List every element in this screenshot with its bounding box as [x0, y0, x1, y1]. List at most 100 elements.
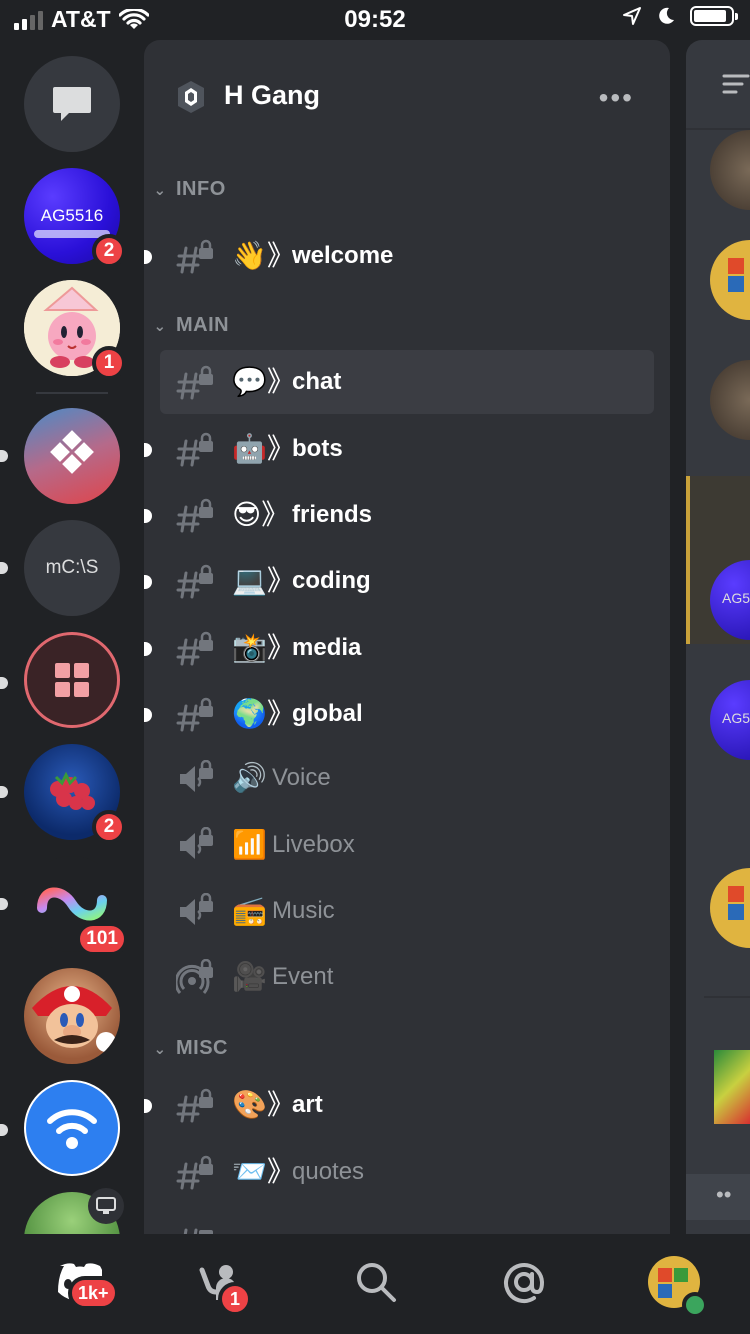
server-loop[interactable]: 101	[0, 856, 128, 956]
search-icon	[357, 1263, 396, 1302]
chevron-down-icon: ⌄	[153, 1040, 167, 1058]
channel-name: Livebox	[272, 831, 355, 858]
server-unread-indicator	[0, 1124, 8, 1136]
channel-chat[interactable]: 💬》 chat	[160, 350, 654, 414]
message-avatar[interactable]	[710, 240, 750, 320]
server-mcs[interactable]: mC:\S	[0, 520, 120, 616]
channel-partial[interactable]	[160, 1206, 654, 1234]
channel-name: coding	[292, 567, 371, 594]
channel-name: Voice	[272, 764, 331, 791]
channel-emoji: 📨》	[232, 1156, 295, 1187]
server-unread-indicator	[0, 898, 8, 910]
message-image[interactable]	[714, 1050, 750, 1124]
unread-badge: 1	[92, 346, 126, 380]
wifi-logo	[47, 1109, 97, 1149]
locked-text-channel-icon	[176, 498, 213, 533]
bottom-tab-bar: 1k+ 1	[0, 1234, 750, 1334]
server-raspberry[interactable]: 2	[0, 744, 126, 844]
server-ag5516[interactable]: AG5516 2	[24, 168, 126, 268]
guild-name: H Gang	[224, 80, 321, 110]
raspberry-avatar	[50, 771, 95, 810]
channel-media[interactable]: 📸》 media	[144, 616, 654, 680]
friends-badge: 1	[218, 1282, 252, 1316]
tab-friends[interactable]: 1	[190, 1252, 252, 1316]
channel-emoji: 👋》	[232, 240, 295, 271]
moon-icon	[659, 7, 674, 24]
message-avatar[interactable]	[710, 360, 750, 440]
channel-art[interactable]: 🎨》 art	[144, 1073, 654, 1137]
battery-icon	[690, 6, 738, 26]
server-landscape[interactable]	[24, 1188, 124, 1234]
channel-name: quotes	[292, 1158, 365, 1185]
server-mario[interactable]	[24, 968, 120, 1064]
channel-coding[interactable]: 💻》 coding	[144, 549, 654, 613]
channel-emoji: 📸》	[232, 632, 295, 663]
chevron-down-icon: ⌄	[153, 181, 167, 199]
channel-emoji: 🎨》	[232, 1089, 295, 1120]
channel-voice[interactable]: 🔊 Voice	[160, 746, 654, 810]
message-avatar[interactable]	[710, 130, 750, 210]
channel-emoji: 📻	[232, 895, 267, 926]
locked-text-channel-icon	[176, 432, 213, 467]
server-windows[interactable]	[0, 632, 120, 728]
locked-text-channel-icon	[176, 631, 213, 666]
channel-event[interactable]: 🎥 Event	[160, 945, 654, 1009]
tab-search[interactable]	[346, 1252, 406, 1312]
channel-emoji: 💬》	[232, 366, 295, 397]
server-mcs-label: mC:\S	[45, 557, 99, 578]
member-list-icon[interactable]	[722, 70, 750, 98]
monitor-icon	[96, 1197, 116, 1214]
channel-emoji: 🔊	[232, 762, 267, 793]
chat-pane-peek[interactable]: AG5 AG5 ••	[686, 40, 750, 1234]
category-info[interactable]: ⌄ INFO	[152, 178, 226, 201]
windows-logo	[55, 663, 89, 697]
more-options-button[interactable]: •••	[599, 82, 634, 114]
locked-text-channel-icon	[176, 697, 213, 732]
unread-badge: 2	[92, 810, 126, 844]
channel-global[interactable]: 🌍》 global	[144, 682, 654, 746]
channel-quotes[interactable]: 📨》 quotes	[160, 1140, 654, 1204]
tab-mentions[interactable]	[494, 1252, 554, 1312]
channel-name: art	[292, 1091, 323, 1118]
home-badge: 1k+	[68, 1276, 119, 1310]
guild-header[interactable]: H Gang •••	[144, 40, 670, 150]
server-diamond[interactable]	[0, 408, 120, 504]
category-label: INFO	[176, 178, 226, 200]
verified-server-icon	[178, 81, 204, 113]
mario-avatar	[32, 986, 116, 1052]
server-rail[interactable]: AG5516 2 1 mC:\S 2 101	[0, 40, 144, 1234]
message-avatar[interactable]	[710, 868, 750, 948]
channel-music[interactable]: 📻 Music	[160, 879, 654, 943]
chat-bubble-icon	[53, 87, 91, 121]
channel-livebox[interactable]: 📶 Livebox	[160, 813, 654, 877]
channel-name: friends	[292, 501, 373, 528]
channel-emoji: 💻》	[232, 565, 295, 596]
channel-name: Music	[272, 897, 335, 924]
channel-name: global	[292, 700, 363, 727]
locked-text-channel-icon	[176, 564, 213, 599]
tab-home[interactable]: 1k+	[46, 1252, 119, 1312]
direct-messages-button[interactable]	[24, 56, 120, 152]
category-main[interactable]: ⌄ MAIN	[152, 314, 229, 337]
locked-stage-channel-icon	[176, 959, 213, 994]
channel-emoji: 🎥	[232, 961, 267, 992]
channel-name: welcome	[292, 242, 394, 269]
locked-text-channel-icon	[176, 1155, 213, 1190]
channel-welcome[interactable]: 👋》 welcome	[144, 224, 654, 288]
tab-profile[interactable]	[644, 1252, 708, 1318]
locked-voice-channel-icon	[180, 893, 213, 925]
category-label: MISC	[176, 1037, 228, 1059]
message-input[interactable]: ••	[686, 1174, 750, 1220]
channel-emoji: 🤖》	[232, 433, 295, 464]
server-wifi[interactable]	[0, 1080, 120, 1176]
category-misc[interactable]: ⌄ MISC	[152, 1037, 228, 1060]
server-kirby[interactable]: 1	[24, 280, 126, 380]
channel-friends[interactable]: 😎》 friends	[144, 483, 654, 547]
channel-emoji: 🌍》	[232, 698, 295, 729]
channel-name: Event	[272, 963, 334, 990]
channel-bots[interactable]: 🤖》 bots	[144, 417, 654, 481]
status-bar: AT&T 09:52	[0, 0, 750, 40]
locked-text-channel-icon	[176, 1088, 213, 1123]
message-avatar[interactable]: AG5	[710, 680, 750, 760]
unread-indicator	[144, 642, 152, 656]
